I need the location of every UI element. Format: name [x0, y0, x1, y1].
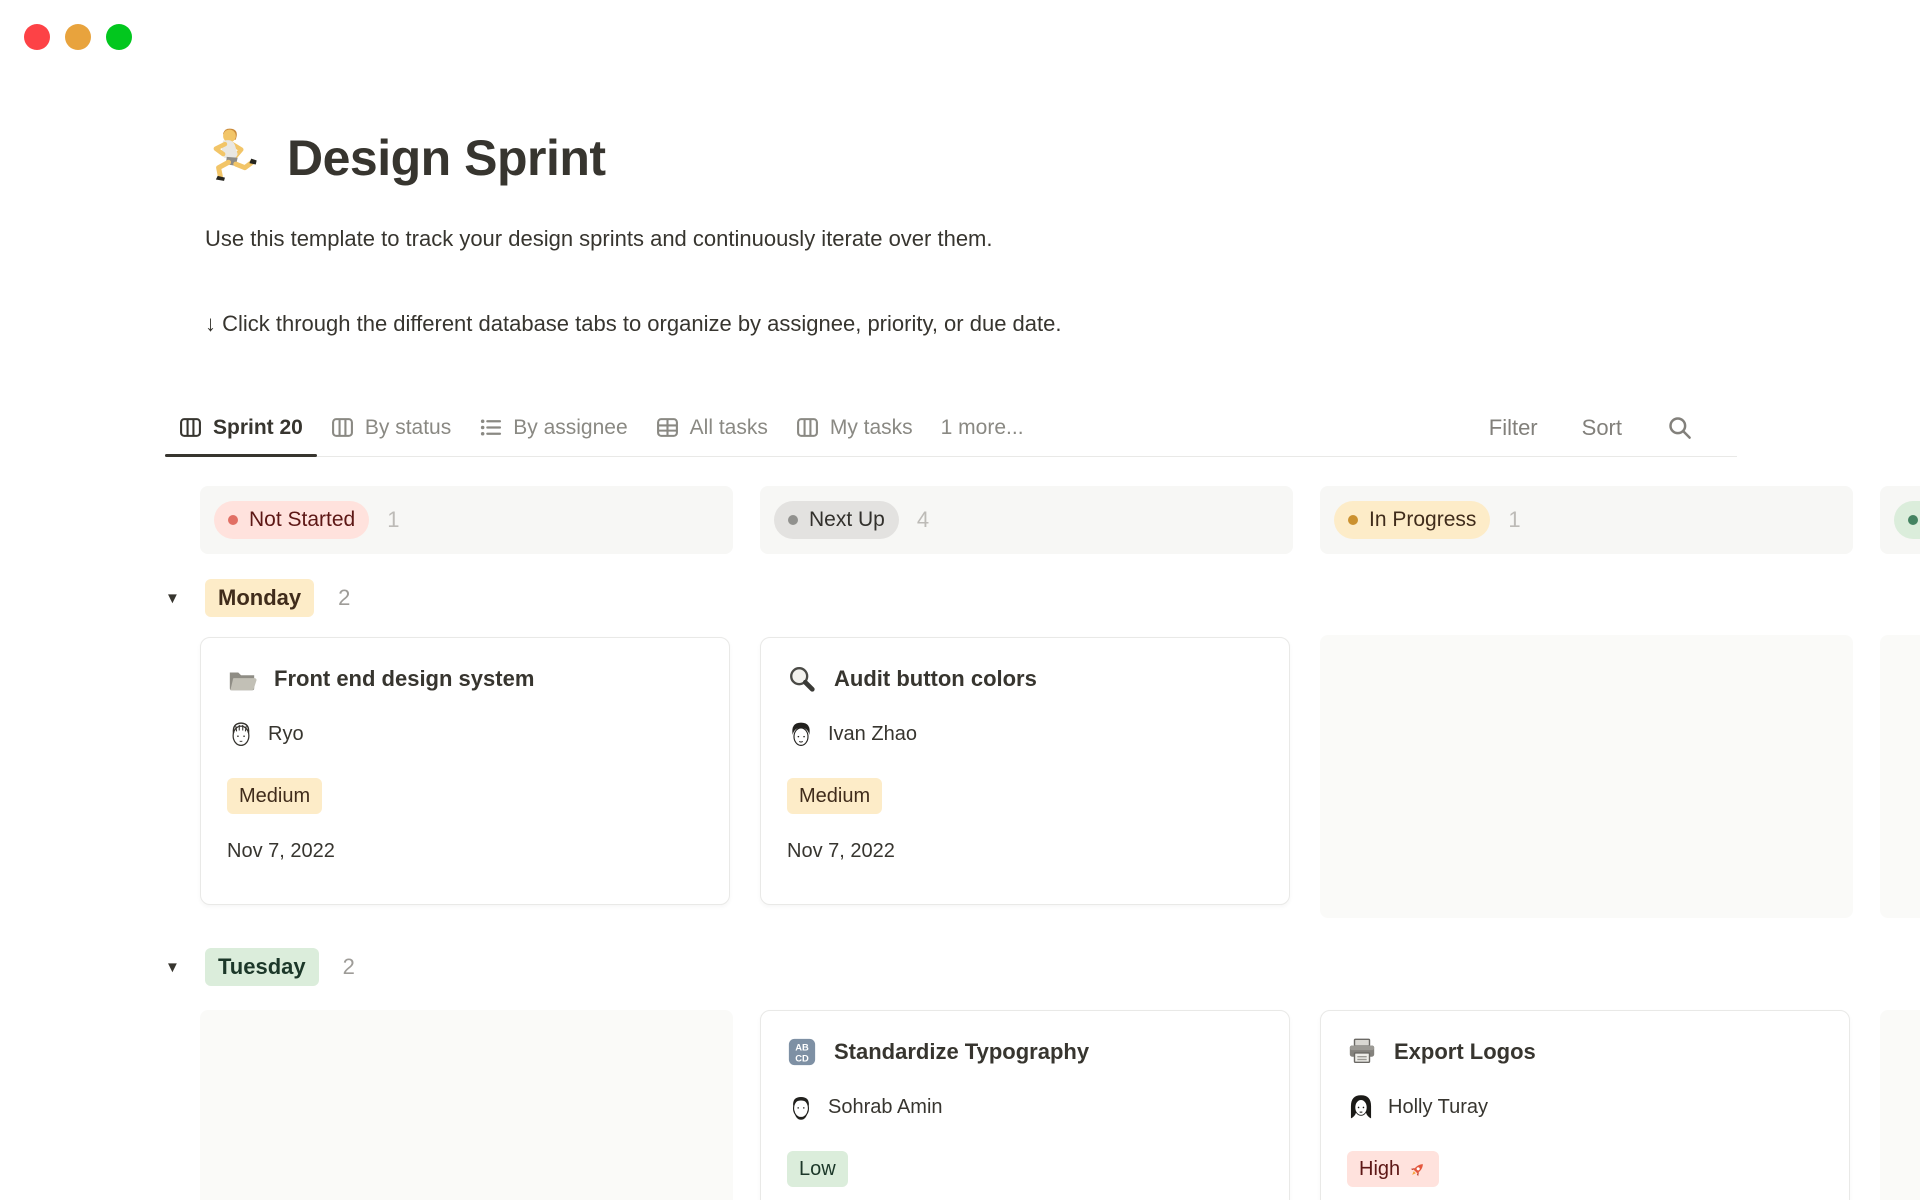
- group-count: 2: [338, 585, 350, 611]
- tab-my-tasks[interactable]: My tasks: [782, 399, 927, 456]
- status-dot: [1908, 515, 1918, 525]
- page-title: Design Sprint: [287, 129, 606, 187]
- list-icon: [479, 416, 502, 439]
- column-count: 1: [387, 507, 399, 533]
- database-tab-bar: Sprint 20 By status By assignee All task…: [165, 399, 1737, 457]
- avatar-ivan-zhao: [787, 720, 815, 748]
- column-count: 4: [917, 507, 929, 533]
- status-dot: [228, 515, 238, 525]
- card-title: Standardize Typography: [834, 1039, 1089, 1065]
- status-dot: [788, 515, 798, 525]
- priority-tag: High: [1347, 1151, 1439, 1187]
- task-card-audit-button-colors[interactable]: Audit button colors Ivan Zhao Medium Nov…: [760, 637, 1290, 905]
- minimize-window-button[interactable]: [65, 24, 91, 50]
- tab-label: 1 more...: [941, 416, 1024, 440]
- assignee-name: Sohrab Amin: [828, 1096, 943, 1119]
- status-pill-next-up[interactable]: Next Up: [774, 501, 899, 539]
- column-header-partial: [1880, 486, 1920, 554]
- page-header: Design Sprint: [205, 126, 606, 189]
- tab-label: All tasks: [690, 416, 768, 440]
- status-label: Next Up: [809, 508, 885, 532]
- due-date: Nov 7, 2022: [787, 840, 1263, 863]
- task-card-front-end-design-system[interactable]: Front end design system Ryo Medium Nov 7…: [200, 637, 730, 905]
- collapse-toggle-icon[interactable]: ▼: [165, 590, 205, 607]
- tab-by-assignee[interactable]: By assignee: [465, 399, 641, 456]
- tab-by-status[interactable]: By status: [317, 399, 465, 456]
- search-button[interactable]: [1666, 414, 1693, 441]
- window-controls: [24, 24, 132, 50]
- empty-column-area: [1880, 1010, 1920, 1200]
- assignee-name: Holly Turay: [1388, 1096, 1488, 1119]
- avatar-holly-turay: [1347, 1093, 1375, 1121]
- priority-label: High: [1359, 1158, 1400, 1181]
- empty-column-area: [1880, 635, 1920, 918]
- card-title: Export Logos: [1394, 1039, 1536, 1065]
- column-header-next-up: Next Up 4: [760, 486, 1293, 554]
- magnifier-icon: [787, 664, 817, 694]
- folder-icon: [227, 664, 257, 694]
- tab-label: By assignee: [513, 416, 627, 440]
- tab-sprint-20[interactable]: Sprint 20: [165, 399, 317, 456]
- priority-tag: Medium: [787, 778, 882, 814]
- status-pill-not-started[interactable]: Not Started: [214, 501, 369, 539]
- search-icon: [1666, 414, 1693, 441]
- avatar-ryo: [227, 720, 255, 748]
- kanban-board: Not Started 1 Next Up 4 In Progress 1 ▼ …: [165, 486, 1920, 1200]
- status-label: Not Started: [249, 508, 355, 532]
- status-pill-in-progress[interactable]: In Progress: [1334, 501, 1490, 539]
- group-header-monday: ▼ Monday 2: [165, 579, 350, 617]
- close-window-button[interactable]: [24, 24, 50, 50]
- svg-text:CD: CD: [795, 1053, 809, 1063]
- rocket-icon: [1408, 1160, 1427, 1179]
- card-title: Audit button colors: [834, 666, 1037, 692]
- board-icon: [796, 416, 819, 439]
- task-card-standardize-typography[interactable]: AB CD Standardize Typography Sohrab Amin…: [760, 1010, 1290, 1200]
- status-pill-partial[interactable]: [1894, 501, 1920, 539]
- tab-label: Sprint 20: [213, 416, 303, 440]
- column-count: 1: [1508, 507, 1520, 533]
- maximize-window-button[interactable]: [106, 24, 132, 50]
- due-date: Nov 7, 2022: [227, 840, 703, 863]
- status-dot: [1348, 515, 1358, 525]
- table-icon: [656, 416, 679, 439]
- priority-tag: Medium: [227, 778, 322, 814]
- sort-button[interactable]: Sort: [1582, 415, 1622, 441]
- group-count: 2: [343, 954, 355, 980]
- column-header-not-started: Not Started 1: [200, 486, 733, 554]
- task-card-export-logos[interactable]: Export Logos Holly Turay High: [1320, 1010, 1850, 1200]
- group-header-tuesday: ▼ Tuesday 2: [165, 948, 355, 986]
- empty-column-area: [1320, 635, 1853, 918]
- board-icon: [179, 416, 202, 439]
- assignee-name: Ryo: [268, 723, 304, 746]
- collapse-toggle-icon[interactable]: ▼: [165, 959, 205, 976]
- filter-button[interactable]: Filter: [1489, 415, 1538, 441]
- group-pill-tuesday[interactable]: Tuesday: [205, 948, 319, 986]
- avatar-sohrab-amin: [787, 1093, 815, 1121]
- runner-emoji-icon: [205, 126, 263, 189]
- priority-tag: Low: [787, 1151, 848, 1187]
- status-label: In Progress: [1369, 508, 1476, 532]
- abcd-icon: AB CD: [787, 1037, 817, 1067]
- empty-column-area: [200, 1010, 733, 1200]
- tab-label: By status: [365, 416, 451, 440]
- board-icon: [331, 416, 354, 439]
- tab-more-views[interactable]: 1 more...: [927, 399, 1038, 456]
- printer-icon: [1347, 1037, 1377, 1067]
- page-hint: ↓ Click through the different database t…: [205, 309, 1061, 339]
- svg-text:AB: AB: [795, 1043, 809, 1053]
- tab-label: My tasks: [830, 416, 913, 440]
- assignee-name: Ivan Zhao: [828, 723, 917, 746]
- tab-all-tasks[interactable]: All tasks: [642, 399, 782, 456]
- column-header-in-progress: In Progress 1: [1320, 486, 1853, 554]
- card-title: Front end design system: [274, 666, 534, 692]
- view-toolbar: Filter Sort: [1489, 414, 1737, 441]
- group-pill-monday[interactable]: Monday: [205, 579, 314, 617]
- page-description: Use this template to track your design s…: [205, 224, 993, 254]
